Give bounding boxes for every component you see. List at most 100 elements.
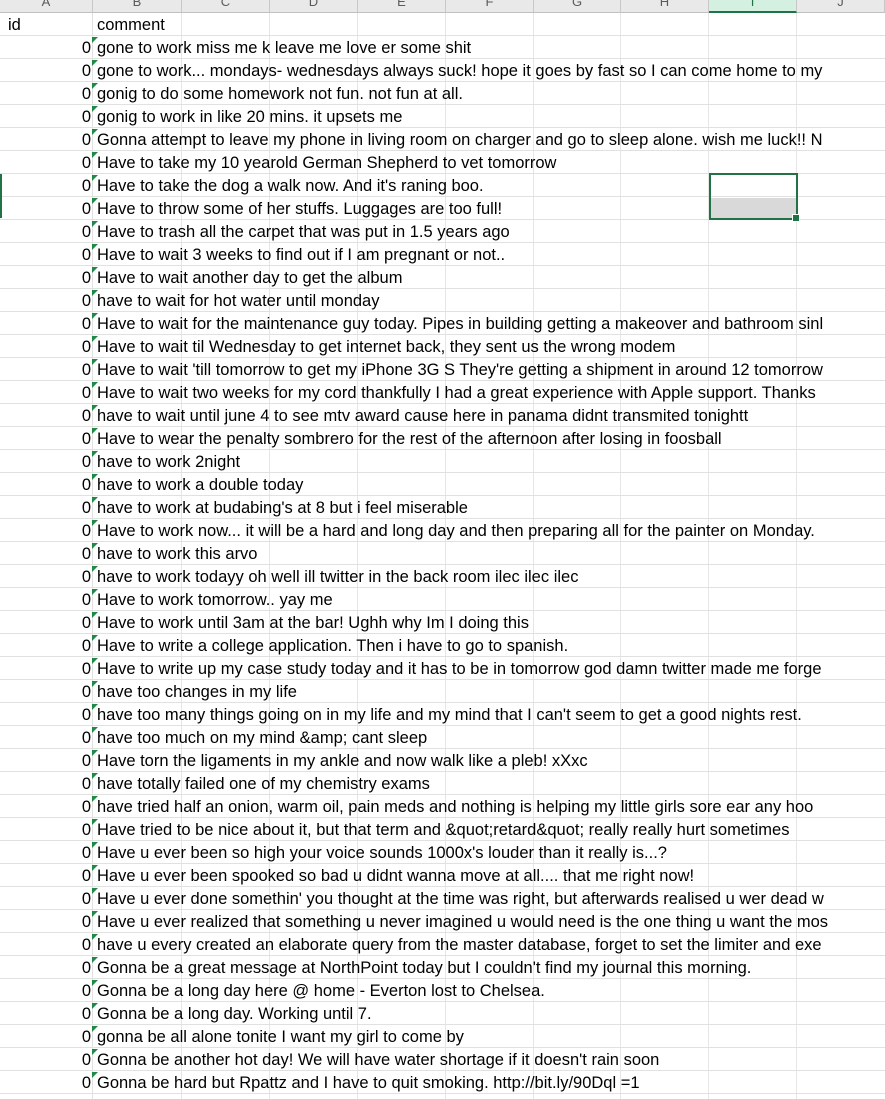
comment-cell[interactable]: have to work at budabing's at 8 but i fe… xyxy=(97,496,885,518)
id-cell[interactable]: 0 xyxy=(0,634,91,656)
fill-handle[interactable] xyxy=(792,214,800,222)
id-cell[interactable]: 0 xyxy=(0,473,91,495)
column-header-e[interactable]: E xyxy=(358,0,446,13)
column-header-g[interactable]: G xyxy=(534,0,621,13)
comment-cell[interactable]: Have to write up my case study today and… xyxy=(97,657,885,679)
comment-cell[interactable]: Have tried to be nice about it, but that… xyxy=(97,818,885,840)
id-cell[interactable]: 0 xyxy=(0,151,91,173)
id-cell[interactable]: 0 xyxy=(0,910,91,932)
id-cell[interactable]: 0 xyxy=(0,841,91,863)
id-cell[interactable]: 0 xyxy=(0,542,91,564)
comment-cell[interactable]: Gonna be a long day here @ home - Everto… xyxy=(97,979,885,1001)
comment-cell[interactable]: gone to work... mondays- wednesdays alwa… xyxy=(97,59,885,81)
column-header-d[interactable]: D xyxy=(270,0,358,13)
id-cell[interactable]: 0 xyxy=(0,1002,91,1024)
id-cell[interactable]: 0 xyxy=(0,243,91,265)
id-cell[interactable]: 0 xyxy=(0,1025,91,1047)
id-cell[interactable]: 0 xyxy=(0,335,91,357)
comment-cell[interactable]: have to work a double today xyxy=(97,473,885,495)
comment-cell[interactable]: have to work this arvo xyxy=(97,542,885,564)
id-cell[interactable]: 0 xyxy=(0,197,91,219)
id-cell[interactable]: 0 xyxy=(0,588,91,610)
id-cell[interactable]: 0 xyxy=(0,450,91,472)
comment-cell[interactable]: Gonna attempt to leave my phone in livin… xyxy=(97,128,885,150)
comment-cell[interactable]: Have to trash all the carpet that was pu… xyxy=(97,220,885,242)
comment-cell[interactable]: Gonna be a long day. Working until 7. xyxy=(97,1002,885,1024)
id-cell[interactable]: 0 xyxy=(0,128,91,150)
id-cell[interactable]: 0 xyxy=(0,726,91,748)
comment-cell[interactable]: Have torn the ligaments in my ankle and … xyxy=(97,749,885,771)
comment-cell[interactable]: Have to work tomorrow.. yay me xyxy=(97,588,885,610)
column-header-a[interactable]: A xyxy=(0,0,93,13)
comment-cell[interactable]: Gonna be hard but Rpattz and I have to q… xyxy=(97,1071,885,1093)
comment-cell[interactable]: have to work 2night xyxy=(97,450,885,472)
comment-cell[interactable]: have too changes in my life xyxy=(97,680,885,702)
comment-cell[interactable]: Have to work until 3am at the bar! Ughh … xyxy=(97,611,885,633)
comment-cell[interactable]: Have to wait two weeks for my cord thank… xyxy=(97,381,885,403)
comment-cell[interactable]: have totally failed one of my chemistry … xyxy=(97,772,885,794)
id-cell[interactable]: 0 xyxy=(0,565,91,587)
comment-cell[interactable]: gonig to do some homework not fun. not f… xyxy=(97,82,885,104)
column-header-i[interactable]: I xyxy=(709,0,797,13)
comment-cell[interactable]: Have to wear the penalty sombrero for th… xyxy=(97,427,885,449)
comment-cell[interactable]: have too much on my mind &amp; cant slee… xyxy=(97,726,885,748)
column-header-b[interactable]: B xyxy=(93,0,182,13)
comment-cell[interactable]: Have u ever been so high your voice soun… xyxy=(97,841,885,863)
id-cell[interactable]: 0 xyxy=(0,496,91,518)
id-cell[interactable]: 0 xyxy=(0,381,91,403)
id-cell[interactable]: 0 xyxy=(0,956,91,978)
column-header-j[interactable]: J xyxy=(797,0,885,13)
comment-cell[interactable]: have tried half an onion, warm oil, pain… xyxy=(97,795,885,817)
id-cell[interactable]: 0 xyxy=(0,657,91,679)
comment-cell[interactable]: Have u ever done somethin' you thought a… xyxy=(97,887,885,909)
id-cell[interactable]: 0 xyxy=(0,174,91,196)
comment-cell[interactable]: Have u ever realized that something u ne… xyxy=(97,910,885,932)
comment-cell[interactable]: gonig to work in like 20 mins. it upsets… xyxy=(97,105,885,127)
id-cell[interactable]: 0 xyxy=(0,1048,91,1070)
comment-cell[interactable]: Have to wait for the maintenance guy tod… xyxy=(97,312,885,334)
comment-cell[interactable]: have to wait for hot water until monday xyxy=(97,289,885,311)
comment-cell[interactable]: Have to work now... it will be a hard an… xyxy=(97,519,885,541)
comment-cell[interactable]: Have to take my 10 yearold German Shephe… xyxy=(97,151,885,173)
comment-cell[interactable]: have to wait until june 4 to see mtv awa… xyxy=(97,404,885,426)
id-cell[interactable]: 0 xyxy=(0,887,91,909)
id-cell[interactable]: 0 xyxy=(0,105,91,127)
comment-cell[interactable]: have u every created an elaborate query … xyxy=(97,933,885,955)
comment-cell[interactable]: Gonna be another hot day! We will have w… xyxy=(97,1048,885,1070)
id-cell[interactable]: 0 xyxy=(0,427,91,449)
id-cell[interactable]: 0 xyxy=(0,979,91,1001)
id-cell[interactable]: 0 xyxy=(0,795,91,817)
comment-cell[interactable]: have too many things going on in my life… xyxy=(97,703,885,725)
column-header-f[interactable]: F xyxy=(446,0,534,13)
column-header-h[interactable]: H xyxy=(621,0,709,13)
id-cell[interactable]: 0 xyxy=(0,404,91,426)
id-cell[interactable]: 0 xyxy=(0,36,91,58)
comment-cell[interactable]: Have to write a college application. The… xyxy=(97,634,885,656)
id-cell[interactable]: 0 xyxy=(0,864,91,886)
id-cell[interactable]: 0 xyxy=(0,933,91,955)
id-cell[interactable]: 0 xyxy=(0,519,91,541)
id-cell[interactable]: 0 xyxy=(0,220,91,242)
column-header-c[interactable]: C xyxy=(182,0,270,13)
comment-cell[interactable]: have to work todayy oh well ill twitter … xyxy=(97,565,885,587)
id-cell[interactable]: 0 xyxy=(0,611,91,633)
comment-cell[interactable]: Have to wait another day to get the albu… xyxy=(97,266,885,288)
id-cell[interactable]: 0 xyxy=(0,703,91,725)
id-cell[interactable]: 0 xyxy=(0,680,91,702)
id-cell[interactable]: 0 xyxy=(0,358,91,380)
id-cell[interactable]: 0 xyxy=(0,59,91,81)
id-header-cell[interactable]: id xyxy=(0,13,91,35)
id-cell[interactable]: 0 xyxy=(0,772,91,794)
id-cell[interactable]: 0 xyxy=(0,1071,91,1093)
id-cell[interactable]: 0 xyxy=(0,312,91,334)
comment-cell[interactable]: Gonna be a great message at NorthPoint t… xyxy=(97,956,885,978)
comment-cell[interactable]: Have to wait 'till tomorrow to get my iP… xyxy=(97,358,885,380)
id-cell[interactable]: 0 xyxy=(0,82,91,104)
id-cell[interactable]: 0 xyxy=(0,818,91,840)
comment-cell[interactable]: gone to work miss me k leave me love er … xyxy=(97,36,885,58)
comment-cell[interactable]: Have u ever been spooked so bad u didnt … xyxy=(97,864,885,886)
id-cell[interactable]: 0 xyxy=(0,749,91,771)
comment-cell[interactable]: gonna be all alone tonite I want my girl… xyxy=(97,1025,885,1047)
comment-header-cell[interactable]: comment xyxy=(97,13,885,35)
spreadsheet-grid[interactable]: ABCDEFGHIJ id comment 0 gone to work miss… xyxy=(0,0,885,1099)
